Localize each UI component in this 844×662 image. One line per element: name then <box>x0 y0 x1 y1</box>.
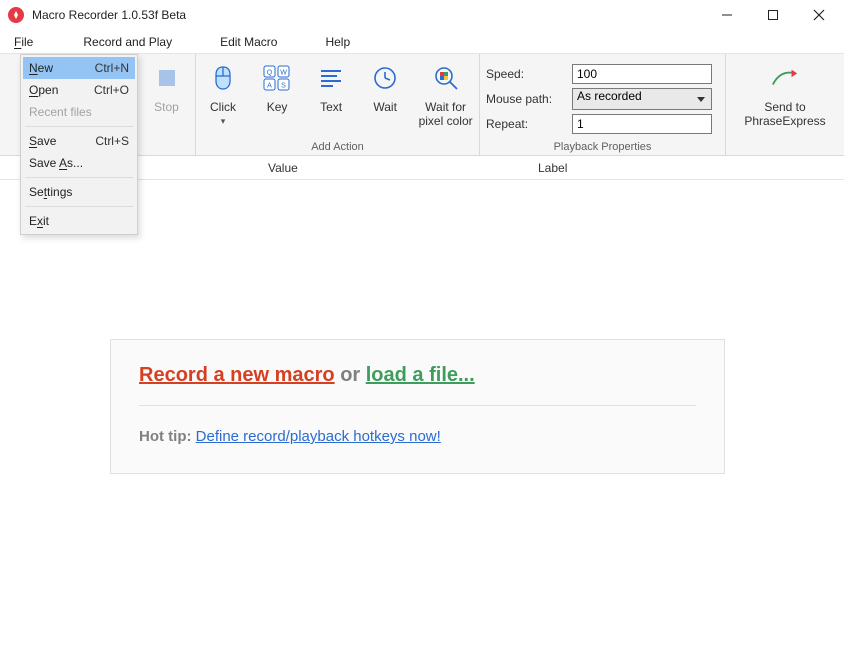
ribbon-group-stop: Stop <box>138 54 196 155</box>
welcome-card: Record a new macro or load a file... Hot… <box>110 339 725 474</box>
key-button[interactable]: Q W A S Key <box>256 58 298 114</box>
column-label[interactable]: Label <box>538 161 567 175</box>
file-menu-save-as[interactable]: Save As... <box>23 152 135 174</box>
mouse-icon <box>209 64 237 92</box>
file-menu-settings[interactable]: Settings <box>23 181 135 203</box>
arrow-swoosh-icon <box>771 64 799 92</box>
menu-file[interactable]: File <box>0 30 47 53</box>
speed-input[interactable] <box>572 64 712 84</box>
window-controls <box>704 0 842 30</box>
stop-button[interactable]: Stop <box>144 58 189 114</box>
file-menu-save[interactable]: Save Ctrl+S <box>23 130 135 152</box>
mousepath-select[interactable]: As recorded <box>572 88 712 110</box>
load-file-link[interactable]: load a file... <box>366 364 475 386</box>
welcome-tip: Hot tip: Define record/playback hotkeys … <box>139 428 696 445</box>
speed-label: Speed: <box>486 67 566 81</box>
send-phraseexpress-button[interactable]: Send to PhraseExpress <box>740 58 830 128</box>
file-menu-recent: Recent files <box>23 101 135 123</box>
menu-separator <box>25 177 133 178</box>
svg-text:W: W <box>280 70 287 77</box>
svg-text:S: S <box>281 83 286 90</box>
stop-icon <box>153 64 181 92</box>
click-button[interactable]: Click ▾ <box>202 58 244 127</box>
ribbon-group-phraseexpress: Send to PhraseExpress <box>726 54 844 155</box>
minimize-button[interactable] <box>704 0 750 30</box>
welcome-headline: Record a new macro or load a file... <box>139 364 696 406</box>
repeat-label: Repeat: <box>486 117 566 131</box>
keyboard-keys-icon: Q W A S <box>263 64 291 92</box>
mousepath-label: Mouse path: <box>486 92 566 106</box>
svg-text:Q: Q <box>267 70 273 77</box>
wait-button[interactable]: Wait <box>364 58 406 114</box>
magnifier-color-icon <box>432 64 460 92</box>
app-icon <box>8 7 24 23</box>
file-menu-new[interactable]: New Ctrl+N <box>23 57 135 79</box>
repeat-input[interactable] <box>572 114 712 134</box>
close-button[interactable] <box>796 0 842 30</box>
menu-help[interactable]: Help <box>301 30 374 53</box>
hot-tip-label: Hot tip: <box>139 428 191 445</box>
record-macro-link[interactable]: Record a new macro <box>139 364 335 386</box>
menu-bar: File Record and Play Edit Macro Help <box>0 30 844 54</box>
file-menu-dropdown: New Ctrl+N Open Ctrl+O Recent files Save… <box>20 54 138 235</box>
file-menu-exit[interactable]: Exit <box>23 210 135 232</box>
file-menu-open[interactable]: Open Ctrl+O <box>23 79 135 101</box>
column-value[interactable]: Value <box>268 161 538 175</box>
ribbon-group-add-action: Click ▾ Q W A S Key <box>196 54 480 155</box>
define-hotkeys-link[interactable]: Define record/playback hotkeys now! <box>196 428 441 445</box>
menu-edit-macro[interactable]: Edit Macro <box>196 30 301 53</box>
title-bar: Macro Recorder 1.0.53f Beta <box>0 0 844 30</box>
ribbon-group-playback: Speed: Mouse path: As recorded Repeat: P… <box>480 54 726 155</box>
content-area: Record a new macro or load a file... Hot… <box>0 180 844 662</box>
text-button[interactable]: Text <box>310 58 352 114</box>
menu-record-play[interactable]: Record and Play <box>47 30 196 53</box>
maximize-button[interactable] <box>750 0 796 30</box>
svg-text:A: A <box>267 83 272 90</box>
menu-separator <box>25 206 133 207</box>
menu-separator <box>25 126 133 127</box>
clock-icon <box>371 64 399 92</box>
playback-group-label: Playback Properties <box>486 139 719 153</box>
chevron-down-icon: ▾ <box>221 116 226 127</box>
text-lines-icon <box>317 64 345 92</box>
window-title: Macro Recorder 1.0.53f Beta <box>32 8 704 22</box>
wait-pixel-button[interactable]: Wait for pixel color <box>418 58 473 128</box>
add-action-group-label: Add Action <box>202 139 473 153</box>
